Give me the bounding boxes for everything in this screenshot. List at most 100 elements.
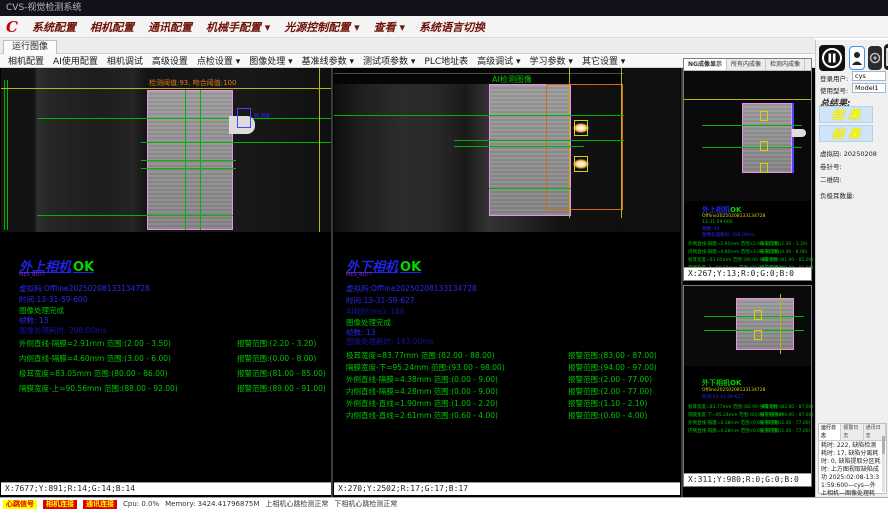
alarm-range: 报警范围:(2.20 - 3.20) [760, 241, 808, 247]
overlay-line [684, 99, 811, 100]
pixel-coords-readout: X:311;Y:980;R:0;G:0;B:0 [684, 473, 811, 486]
user-icon [850, 47, 864, 69]
alarm-range: 报警范围:(94.00 - 97.00) [568, 362, 657, 373]
mes-label: MES_BOTT [346, 272, 372, 278]
mes-label: MES_BOTT [19, 272, 45, 278]
menu-comm-config[interactable]: 通讯配置 [148, 19, 192, 35]
measurement-row: 外侧直线-直线=1.90mm 范围:(1.00 - 2.20) 报警范围:(1.… [346, 398, 676, 409]
pixel-coords-readout: X:7677;Y:891;R:14;G:14;B:14 [1, 482, 331, 495]
tab-all-images[interactable]: 所有内成像 [727, 59, 766, 70]
tool-plc-address[interactable]: PLC地址表 [424, 54, 468, 67]
menu-language-switch[interactable]: 系统语言切换 [419, 19, 485, 35]
ng-mini-image[interactable] [684, 71, 811, 201]
alarm-range: 报警范围:(0.00 - 8.00) [237, 353, 316, 364]
measurement-row: 隔膜宽度-下=95.24mm 范围:(93.00 - 98.00) 报警范围:(… [346, 362, 676, 373]
overlay-line [200, 90, 201, 230]
mini-image[interactable] [684, 286, 811, 366]
alarm-range: 报警范围:(0.00 - 8.00) [760, 249, 808, 255]
app-window: CVS-视觉检测系统 C 系统配置 相机配置 通讯配置 机械手配置 ▾ 光源控制… [0, 0, 888, 522]
overlay-line [489, 188, 571, 189]
result-indicator-lower: 结 果 [819, 125, 873, 142]
alarm-range: 报警范围:(2.00 - 77.00) [568, 386, 652, 397]
tool-image-process[interactable]: 图像处理 ▾ [249, 54, 292, 67]
ng-panel-tabs: NG成像显示 所有内成像 检测内成像 [684, 59, 811, 71]
tab-alarm-log[interactable]: 报警日志 [841, 424, 863, 440]
result-ok: OK [400, 260, 421, 275]
virtual-code-label: 虚拟码: 20250208 [820, 148, 877, 158]
overlay-line [569, 68, 570, 218]
user-button[interactable] [849, 46, 865, 70]
mini-time: 时间:13-31-59-627 [702, 394, 743, 400]
menu-view[interactable]: 查看 ▾ [374, 19, 405, 35]
marker-box [760, 141, 768, 151]
alarm-range: 报警范围:(94.00 - 97.00) [760, 412, 813, 418]
alarm-range: 报警范围:(2.00 - 77.00) [760, 420, 810, 426]
overlay-line [792, 103, 794, 173]
tab-ng-display[interactable]: NG成像显示 [684, 59, 727, 70]
marker-box [760, 111, 768, 121]
alarm-range: 报警范围:(2.20 - 3.20) [237, 338, 316, 349]
measurement-row: 极耳宽度=83.05mm 范围:(80.00 - 86.00) 报警范围:(81… [19, 368, 329, 379]
overlay-line [454, 146, 584, 147]
mini-barcode: Offline20250208133134728 [702, 214, 765, 219]
mini-measurement-row: 外侧直线-隔膜=4.38mm 范围:(0.00 - 9.00)报警范围:(2.0… [688, 420, 808, 426]
tool-camera-debug[interactable]: 相机调试 [107, 54, 143, 67]
tool-ai-config[interactable]: AI使用配置 [53, 54, 98, 67]
tab-run-image[interactable]: 运行图像 [3, 40, 57, 54]
time-stamp: 时间:13-31-59-600 [19, 294, 88, 305]
menu-camera-config[interactable]: 相机配置 [90, 19, 134, 35]
overlay-line [1, 88, 331, 89]
alarm-range: 报警范围:(83.00 - 87.00) [760, 404, 813, 410]
menu-system-config[interactable]: 系统配置 [32, 19, 76, 35]
marker-box [754, 310, 762, 320]
marker-box [237, 108, 251, 128]
measure-value: 内侧直线-直线=2.61mm 范围:(0.60 - 4.00) [346, 411, 498, 420]
menu-robot-config[interactable]: 机械手配置 ▾ [206, 19, 270, 35]
measurement-row: 外侧直线-隔膜=4.38mm 范围:(0.00 - 9.00) 报警范围:(2.… [346, 374, 676, 385]
alarm-range: 报警范围:(81.00 - 85.00) [237, 368, 326, 379]
measure-value: 外侧直线-隔膜=4.38mm 范围:(0.00 - 9.00) [346, 375, 498, 384]
alarm-range: 报警范围:(81.00 - 85.00) [760, 257, 813, 263]
pause-icon [819, 45, 845, 71]
menu-light-config[interactable]: 光源控制配置 ▾ [284, 19, 359, 35]
tool-baseline-params[interactable]: 基准线参数 ▾ [302, 54, 354, 67]
alarm-range: 报警范围:(1.10 - 2.10) [568, 398, 647, 409]
control-panel: 登录用户: cys 使用型号: Model1 总结果: 结 果 结 果 虚拟码:… [815, 40, 888, 497]
camera-image-upper[interactable]: R:88 检测阈值:93, 吻合阈值:100 [1, 68, 331, 232]
log-scrollbar-thumb[interactable] [882, 436, 885, 454]
monitor-button[interactable] [868, 46, 882, 70]
heartbeat-badge: 心跳信号 [3, 500, 37, 509]
tool-advanced-debug[interactable]: 高级调试 ▾ [477, 54, 520, 67]
virtual-code-value: 20250208 [844, 150, 877, 158]
exit-button[interactable] [884, 44, 888, 70]
pause-button[interactable] [819, 45, 845, 71]
overlay-line [37, 215, 233, 216]
tool-advanced-settings[interactable]: 高级设置 [152, 54, 188, 67]
camera-image-lower[interactable]: AI检测图像 [334, 68, 680, 232]
tab-blob [792, 129, 806, 137]
camera-name: 外下相机 [702, 379, 730, 387]
status-bar: 心跳信号 相机连接 通讯连接 Cpu: 0.0% Memory: 3424.41… [0, 497, 888, 510]
overlay-line [702, 125, 802, 126]
measure-value: 极耳宽度=83.05mm 范围:(80.00 - 86.00) [19, 369, 168, 378]
tab-run-log[interactable]: 运行日志 [819, 424, 841, 440]
alarm-range: 报警范围:(83.00 - 87.00) [568, 350, 657, 361]
tool-learn-params[interactable]: 学习参数 ▾ [530, 54, 573, 67]
mini-measurement-row: 极耳宽度=83.05mm 范围:(80.00 - 86.00)报警范围:(81.… [688, 257, 808, 263]
alarm-range: 报警范围:(89.00 - 91.00) [237, 383, 326, 394]
tool-camera-config[interactable]: 相机配置 [8, 54, 44, 67]
login-user-field[interactable]: cys [852, 71, 886, 81]
log-scrollbar[interactable] [882, 436, 885, 492]
tab-detect-images[interactable]: 检测内成像 [766, 59, 805, 70]
window-titlebar: CVS-视觉检测系统 [0, 0, 888, 16]
alarm-range: 报警范围:(2.00 - 77.00) [568, 374, 652, 385]
pixel-coords-readout: X:270;Y:2502;R:17;G:17;B:17 [334, 482, 680, 495]
app-logo-icon: C [6, 18, 18, 36]
measure-value: 外侧直线-直线=1.90mm 范围:(1.00 - 2.20) [346, 399, 498, 408]
machine-band [624, 68, 680, 232]
tool-spot-check[interactable]: 点检设置 ▾ [197, 54, 240, 67]
film-region [736, 298, 794, 350]
tool-other-settings[interactable]: 其它设置 ▾ [582, 54, 625, 67]
tool-test-params[interactable]: 测试项参数 ▾ [363, 54, 415, 67]
model-field[interactable]: Model1 [852, 83, 886, 93]
